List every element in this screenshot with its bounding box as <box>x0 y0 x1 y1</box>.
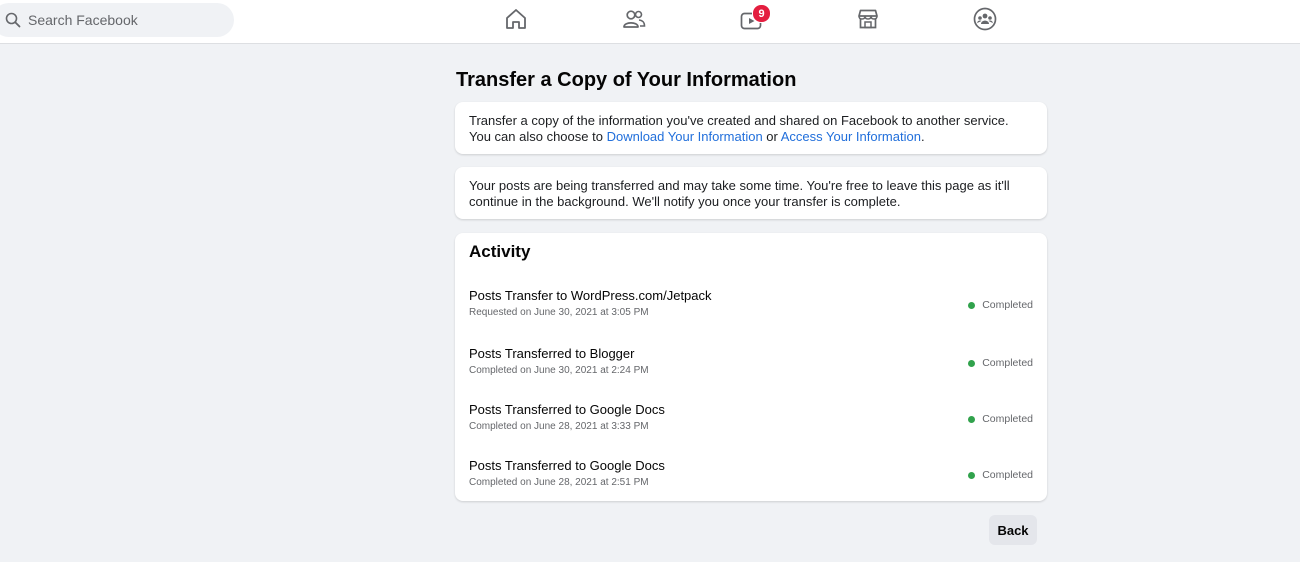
transfer-notice-text: Your posts are being transferred and may… <box>469 178 1010 209</box>
activity-item-date: Completed on June 30, 2021 at 2:24 PM <box>469 365 649 376</box>
activity-item-date: Completed on June 28, 2021 at 3:33 PM <box>469 421 649 432</box>
back-button[interactable]: Back <box>989 515 1037 545</box>
activity-card: Activity Posts Transfer to WordPress.com… <box>455 233 1047 501</box>
nav-friends[interactable] <box>619 6 649 36</box>
status-label: Completed <box>982 469 1033 481</box>
groups-icon <box>973 7 997 36</box>
home-icon <box>504 7 528 36</box>
intro-line-2: You can also choose to Download Your Inf… <box>469 128 925 144</box>
activity-item: Posts Transferred to Blogger Completed o… <box>469 346 1033 382</box>
activity-item-date: Requested on June 30, 2021 at 3:05 PM <box>469 307 649 318</box>
activity-item: Posts Transferred to Google Docs Complet… <box>469 458 1033 494</box>
status-badge: Completed <box>968 413 1033 425</box>
activity-item-title: Posts Transfer to WordPress.com/Jetpack <box>469 288 712 303</box>
nav-groups[interactable] <box>970 6 1000 36</box>
status-dot-icon <box>968 301 976 309</box>
status-badge: Completed <box>968 299 1033 311</box>
status-dot-icon <box>968 415 976 423</box>
top-navigation-bar: 9 <box>0 0 1300 44</box>
search-icon <box>5 12 21 28</box>
nav-watch[interactable]: 9 <box>736 4 771 36</box>
nav-home[interactable] <box>501 6 531 36</box>
intro-card: Transfer a copy of the information you'v… <box>455 102 1047 154</box>
intro-line-1: Transfer a copy of the information you'v… <box>469 113 1009 128</box>
notification-badge: 9 <box>752 4 771 23</box>
intro-text: Transfer a copy of the information you'v… <box>455 102 1047 144</box>
watch-icon: 9 <box>739 4 771 33</box>
nav-marketplace[interactable] <box>853 6 883 36</box>
activity-item-title: Posts Transferred to Google Docs <box>469 402 665 417</box>
status-badge: Completed <box>968 357 1033 369</box>
page-title: Transfer a Copy of Your Information <box>456 69 797 91</box>
activity-item: Posts Transferred to Google Docs Complet… <box>469 402 1033 438</box>
search-input[interactable] <box>26 11 220 29</box>
friends-icon <box>622 7 646 36</box>
access-your-information-link[interactable]: Access Your Information <box>781 129 921 144</box>
transfer-notice-card: Your posts are being transferred and may… <box>455 167 1047 219</box>
activity-heading: Activity <box>469 242 531 261</box>
activity-item-title: Posts Transferred to Google Docs <box>469 458 665 473</box>
download-your-information-link[interactable]: Download Your Information <box>607 129 763 144</box>
activity-item: Posts Transfer to WordPress.com/Jetpack … <box>469 288 1033 324</box>
status-label: Completed <box>982 357 1033 369</box>
status-label: Completed <box>982 413 1033 425</box>
status-dot-icon <box>968 359 976 367</box>
search-box[interactable] <box>0 3 234 37</box>
marketplace-icon <box>856 7 880 36</box>
status-dot-icon <box>968 471 976 479</box>
activity-item-title: Posts Transferred to Blogger <box>469 346 635 361</box>
activity-item-date: Completed on June 28, 2021 at 2:51 PM <box>469 477 649 488</box>
status-badge: Completed <box>968 469 1033 481</box>
status-label: Completed <box>982 299 1033 311</box>
